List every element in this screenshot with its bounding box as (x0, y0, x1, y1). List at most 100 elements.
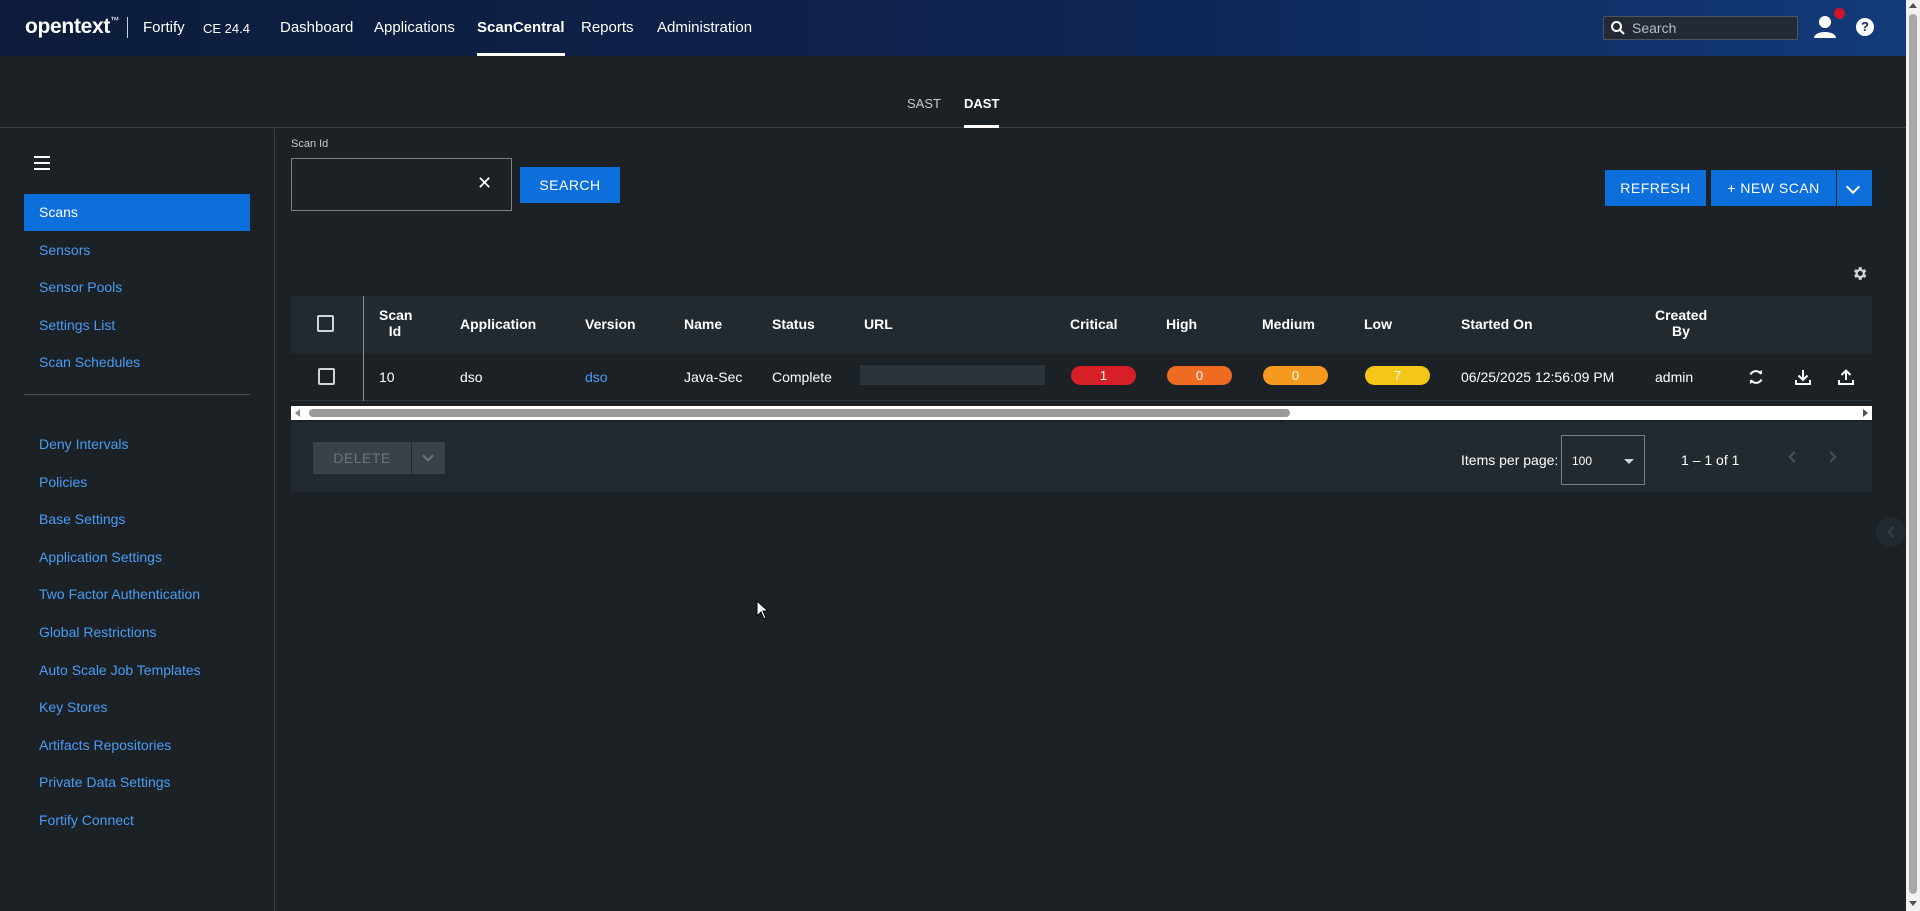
col-critical[interactable]: Critical (1070, 316, 1117, 332)
search-icon (1611, 21, 1625, 35)
opentext-logo[interactable]: opentext™ (25, 15, 119, 39)
sidebar-item-policies[interactable]: Policies (24, 464, 250, 501)
medium-count-badge: 0 (1263, 366, 1328, 385)
new-scan-button[interactable]: + NEW SCAN (1711, 170, 1836, 206)
download-icon[interactable] (1794, 368, 1812, 386)
nav-applications[interactable]: Applications (374, 19, 455, 56)
cell-status: Complete (772, 369, 832, 385)
scan-id-label: Scan Id (291, 138, 329, 150)
tab-sast[interactable]: SAST (907, 96, 941, 128)
help-icon[interactable]: ? (1856, 18, 1874, 36)
product-name: Fortify (143, 19, 185, 36)
scrollbar-thumb[interactable] (1909, 14, 1917, 894)
sidebar: Scans Sensors Sensor Pools Settings List… (0, 129, 275, 911)
cell-created-by: admin (1655, 369, 1694, 385)
table-horizontal-scrollbar[interactable] (291, 406, 1872, 420)
delete-dropdown-button[interactable] (412, 442, 445, 474)
top-navigation-bar: opentext™ Fortify CE 24.4 Dashboard Appl… (0, 0, 1906, 56)
pagination-range: 1 – 1 of 1 (1681, 452, 1740, 468)
col-application[interactable]: Application (460, 316, 536, 332)
sidebar-item-settings-list[interactable]: Settings List (24, 307, 250, 344)
low-count-badge: 7 (1365, 366, 1430, 385)
col-status[interactable]: Status (772, 316, 815, 332)
menu-icon[interactable] (34, 156, 50, 170)
table-row[interactable]: 10 dso dso Java-Sec Complete 1 0 0 7 06/… (291, 353, 1872, 401)
cell-started-on: 06/25/2025 12:56:09 PM (1461, 369, 1615, 385)
table-header: Scan Id Application Version Name Status U… (291, 296, 1872, 353)
global-search[interactable] (1603, 16, 1798, 40)
sidebar-item-sensor-pools[interactable]: Sensor Pools (24, 269, 250, 306)
select-all-checkbox[interactable] (317, 315, 334, 332)
nav-administration[interactable]: Administration (657, 19, 752, 56)
search-button[interactable]: SEARCH (520, 167, 620, 203)
sidebar-item-sensors[interactable]: Sensors (24, 232, 250, 269)
col-name[interactable]: Name (684, 316, 722, 332)
nav-scancentral[interactable]: ScanCentral (477, 19, 565, 56)
horizontal-scrollbar-thumb[interactable] (309, 409, 1290, 417)
col-low[interactable]: Low (1364, 316, 1392, 332)
refresh-button[interactable]: REFRESH (1605, 170, 1706, 206)
sidebar-item-application-settings[interactable]: Application Settings (24, 539, 250, 576)
cell-url (860, 365, 1045, 385)
col-url[interactable]: URL (864, 316, 893, 332)
sidebar-item-deny-intervals[interactable]: Deny Intervals (24, 426, 250, 463)
scroll-left-arrow[interactable] (295, 409, 300, 417)
sidebar-item-key-stores[interactable]: Key Stores (24, 689, 250, 726)
scroll-right-arrow[interactable] (1863, 409, 1868, 417)
nav-reports[interactable]: Reports (581, 19, 634, 56)
tab-dast[interactable]: DAST (964, 96, 1000, 128)
user-icon[interactable] (1812, 14, 1838, 40)
sidebar-item-private-data-settings[interactable]: Private Data Settings (24, 764, 250, 801)
col-created-by[interactable]: Created By (1655, 307, 1707, 339)
sidebar-item-artifacts-repositories[interactable]: Artifacts Repositories (24, 727, 250, 764)
gear-icon[interactable] (1851, 265, 1868, 282)
sidebar-item-auto-scale-job-templates[interactable]: Auto Scale Job Templates (24, 652, 250, 689)
cell-application: dso (460, 369, 483, 385)
delete-button[interactable]: DELETE (313, 442, 411, 474)
checkbox-column-divider (363, 296, 364, 401)
row-checkbox[interactable] (318, 368, 335, 385)
scan-type-tabs: SAST DAST (0, 56, 1906, 128)
sidebar-item-two-factor-authentication[interactable]: Two Factor Authentication (24, 576, 250, 613)
scan-id-field[interactable]: ✕ (291, 158, 512, 211)
col-created-by-line2: By (1672, 323, 1690, 339)
col-started-on[interactable]: Started On (1461, 316, 1533, 332)
mouse-cursor-icon (756, 600, 770, 620)
notification-badge[interactable] (1834, 8, 1845, 19)
nav-dashboard[interactable]: Dashboard (280, 19, 353, 56)
side-panel-toggle[interactable] (1876, 517, 1906, 547)
scroll-up-arrow[interactable] (1909, 3, 1917, 8)
col-created-by-line1: Created (1655, 307, 1708, 323)
sidebar-item-fortify-connect[interactable]: Fortify Connect (24, 802, 250, 839)
clear-icon[interactable]: ✕ (477, 173, 492, 194)
col-scan-id[interactable]: Scan Id (379, 307, 413, 339)
cell-name: Java-Sec (684, 369, 743, 385)
sidebar-divider (24, 394, 250, 395)
cell-version-link[interactable]: dso (585, 369, 608, 385)
previous-page-icon[interactable] (1788, 451, 1800, 463)
items-per-page-value: 100 (1572, 454, 1593, 468)
critical-count-badge: 1 (1071, 366, 1136, 385)
sidebar-item-scan-schedules[interactable]: Scan Schedules (24, 344, 250, 381)
global-search-input[interactable] (1632, 19, 1792, 37)
sidebar-item-base-settings[interactable]: Base Settings (24, 501, 250, 538)
items-per-page-label: Items per page: (1461, 452, 1559, 468)
next-page-icon[interactable] (1825, 451, 1837, 463)
page-scrollbar[interactable] (1906, 0, 1920, 911)
chevron-down-icon (1624, 459, 1634, 464)
scroll-down-arrow[interactable] (1909, 901, 1917, 906)
sidebar-item-global-restrictions[interactable]: Global Restrictions (24, 614, 250, 651)
refresh-icon[interactable] (1747, 368, 1765, 386)
cell-scan-id: 10 (379, 369, 395, 385)
col-version[interactable]: Version (585, 316, 636, 332)
upload-icon[interactable] (1837, 368, 1855, 386)
scan-id-input[interactable] (302, 175, 462, 195)
col-medium[interactable]: Medium (1262, 316, 1315, 332)
items-per-page-select[interactable]: 100 (1561, 435, 1645, 485)
new-scan-dropdown-button[interactable] (1837, 170, 1872, 206)
table-footer: DELETE Items per page: 100 1 – 1 of 1 (291, 422, 1872, 492)
sidebar-item-scans[interactable]: Scans (24, 194, 250, 231)
logo-divider (127, 17, 128, 38)
col-high[interactable]: High (1166, 316, 1197, 332)
col-scan-id-line1: Scan (379, 307, 413, 323)
